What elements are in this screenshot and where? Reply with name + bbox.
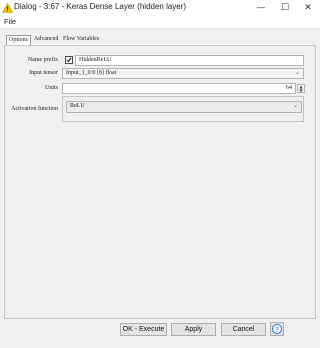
apply-button[interactable]: Apply (171, 323, 216, 336)
window-title: Dialog - 3:67 - Keras Dense Layer (hidde… (14, 2, 187, 11)
help-button[interactable]: ? (270, 322, 284, 336)
help-icon: ? (271, 323, 283, 335)
chevron-down-icon: ⌄ (294, 70, 300, 76)
tab-options[interactable]: Options (6, 35, 32, 45)
warning-icon (2, 3, 13, 13)
units-spinner[interactable]: ▲ ▼ (297, 84, 305, 93)
activation-function-value: ReLU (70, 103, 85, 109)
menu-bar: File (0, 16, 320, 29)
name-prefix-checkbox[interactable] (65, 56, 73, 64)
title-bar: Dialog - 3:67 - Keras Dense Layer (hidde… (0, 0, 320, 16)
input-tensor-select[interactable]: Input_1_0:0 [8] float ⌄ (62, 68, 304, 79)
menu-file[interactable]: File (4, 17, 16, 26)
units-label: Units (44, 85, 58, 91)
activation-function-label: Activation function (11, 106, 58, 112)
ok-execute-button[interactable]: OK - Execute (120, 323, 167, 336)
tab-flow-variables[interactable]: Flow Variables (61, 35, 101, 44)
maximize-button[interactable]: ☐ (273, 0, 297, 16)
svg-text:?: ? (275, 325, 278, 333)
activation-function-select[interactable]: ReLU ⌄ (66, 101, 302, 113)
input-tensor-label: Input tensor (29, 70, 58, 76)
name-prefix-label: Name prefix (27, 57, 58, 63)
input-tensor-value: Input_1_0:0 [8] float (66, 70, 117, 76)
name-prefix-input[interactable]: HiddenReLU (75, 55, 304, 66)
units-input[interactable]: 64 (62, 83, 296, 94)
units-value: 64 (286, 85, 292, 91)
chevron-down-icon: ⌄ (292, 103, 298, 109)
checkmark-icon (66, 57, 72, 63)
minimize-button[interactable]: — (249, 0, 273, 16)
cancel-button[interactable]: Cancel (221, 323, 266, 336)
name-prefix-value: HiddenReLU (79, 57, 112, 63)
close-button[interactable]: ✕ (296, 0, 320, 16)
tab-advanced[interactable]: Advanced (32, 35, 60, 44)
